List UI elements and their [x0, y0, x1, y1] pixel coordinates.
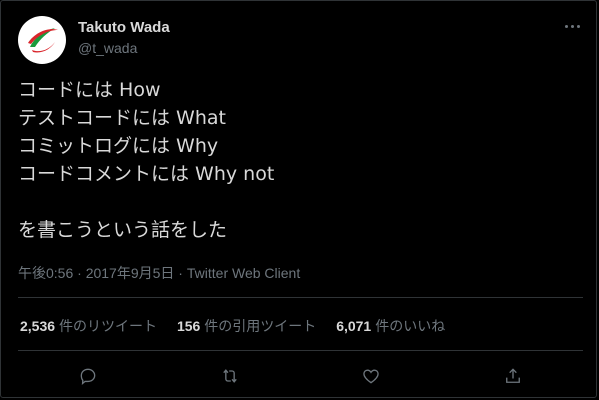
more-options-icon[interactable]	[560, 16, 584, 36]
share-icon	[506, 368, 520, 383]
tweet-line: コードには How	[18, 79, 161, 101]
share-button[interactable]	[500, 363, 526, 389]
divider	[18, 297, 583, 298]
tweet-source[interactable]: Twitter Web Client	[187, 265, 300, 281]
like-count-label: 件のいいね	[375, 318, 446, 334]
tweet-line: を書こうという話をした	[18, 219, 228, 241]
retweet-count: 2,536	[20, 318, 56, 334]
quote-count-stat[interactable]: 156 件の引用ツイート	[177, 316, 316, 336]
tweet-actions	[0, 360, 599, 390]
retweet-icon	[223, 369, 237, 383]
author-handle[interactable]: @t_wada	[78, 40, 137, 56]
avatar[interactable]	[18, 16, 66, 64]
retweet-count-label: 件のリツイート	[59, 318, 158, 334]
like-button[interactable]	[358, 363, 384, 389]
divider	[18, 350, 583, 351]
tweet-header: Takuto Wada @t_wada	[18, 14, 588, 66]
author-name[interactable]: Takuto Wada	[78, 19, 170, 36]
retweet-button[interactable]	[217, 363, 243, 389]
tweet-line: テストコードには What	[18, 107, 226, 129]
meta-separator: ·	[174, 265, 187, 281]
heart-icon	[363, 369, 379, 384]
tweet-meta: 午後0:56 · 2017年9月5日 · Twitter Web Client	[18, 263, 300, 283]
reply-icon	[80, 368, 96, 386]
tweet-date[interactable]: 2017年9月5日	[86, 265, 175, 281]
quote-count-label: 件の引用ツイート	[204, 318, 317, 334]
retweet-count-stat[interactable]: 2,536 件のリツイート	[20, 316, 157, 336]
like-count-stat[interactable]: 6,071 件のいいね	[336, 316, 445, 336]
meta-separator: ·	[73, 265, 86, 281]
tweet-text: コードには How テストコードには What コミットログには Why コード…	[18, 76, 578, 244]
avatar-logo-icon	[28, 28, 58, 53]
like-count: 6,071	[336, 318, 372, 334]
tweet-line: コードコメントには Why not	[18, 163, 275, 185]
quote-count: 156	[176, 318, 201, 334]
tweet-line: コミットログには Why	[18, 135, 219, 157]
reply-button[interactable]	[75, 363, 101, 389]
tweet-time[interactable]: 午後0:56	[18, 265, 73, 281]
tweet-stats: 2,536 件のリツイート 156 件の引用ツイート 6,071 件のいいね	[20, 316, 461, 336]
